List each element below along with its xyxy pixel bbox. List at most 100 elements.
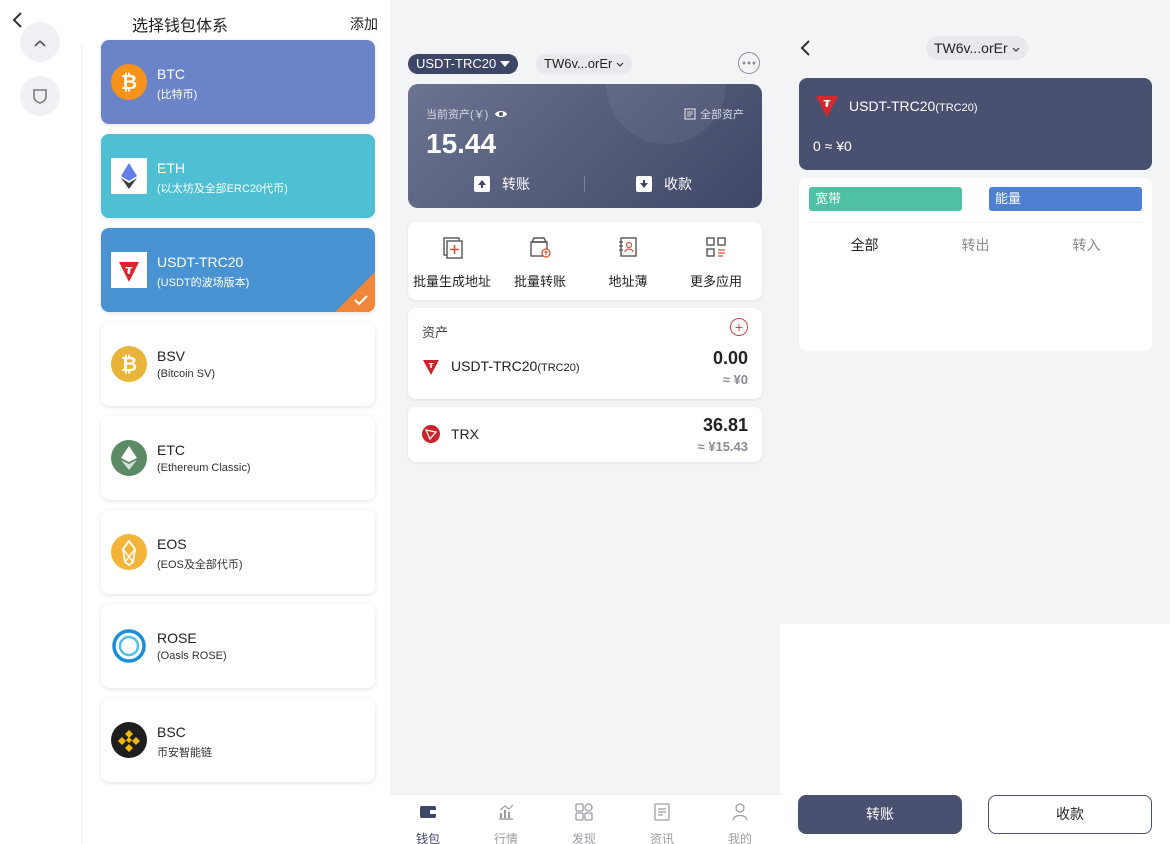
tool-batch-generate[interactable]: 批量生成地址 xyxy=(408,234,496,290)
trx-icon xyxy=(422,425,440,443)
receive-button[interactable]: 收款 xyxy=(988,795,1152,834)
bottom-tab-bar: 钱包 行情 发现 资讯 我的 xyxy=(390,794,780,844)
address-selector[interactable]: TW6v...orEr xyxy=(926,36,1028,60)
chevron-down-icon xyxy=(1012,47,1019,52)
chain-card-btc[interactable]: ₿ BTC (比特币) xyxy=(101,40,375,124)
tab-market[interactable]: 行情 xyxy=(476,803,536,844)
wallet-type-rail xyxy=(0,22,82,844)
asset-row-usdt[interactable]: ₮ USDT-TRC20(TRC20) 0.00 ≈ ¥0 xyxy=(408,348,762,392)
chain-name: USDT-TRC20 xyxy=(157,254,244,270)
svg-text:₿: ₿ xyxy=(121,352,137,376)
send-button[interactable]: 转账 xyxy=(798,795,962,834)
bandwidth-bar: 宽带 xyxy=(809,187,962,211)
token-summary-card: ₮ USDT-TRC20(TRC20) 0 ≈ ¥0 xyxy=(799,78,1152,170)
all-assets-link[interactable]: 全部资产 xyxy=(684,106,744,122)
ethereum-classic-icon xyxy=(111,440,147,476)
resource-card: 宽带 能量 全部 转出 转入 xyxy=(799,178,1152,351)
asset-fiat-value: ≈ ¥0 xyxy=(722,372,748,387)
asset-row-trx[interactable]: TRX 36.81 ≈ ¥15.43 xyxy=(408,407,762,462)
tool-label: 更多应用 xyxy=(689,274,742,289)
asset-row-content: TRX 36.81 ≈ ¥15.43 xyxy=(408,415,762,459)
chevron-down-icon xyxy=(616,62,624,67)
tab-all[interactable]: 全部 xyxy=(809,235,920,255)
tool-batch-transfer[interactable]: 批量转账 xyxy=(496,234,584,290)
chain-card-usdt-trc20[interactable]: ₮ USDT-TRC20 (USDT的波场版本) xyxy=(101,228,375,312)
asset-amount: 36.81 xyxy=(702,415,748,435)
more-apps-icon xyxy=(706,237,726,257)
tool-address-book[interactable]: 地址薄 xyxy=(584,234,672,290)
tron-icon: ₮ xyxy=(111,252,147,288)
divider xyxy=(584,176,585,192)
caret-down-icon xyxy=(500,61,511,67)
chain-card-etc[interactable]: ETC (Ethereum Classic) xyxy=(101,416,375,500)
token-detail-panel: TW6v...orEr ₮ USDT-TRC20(TRC20) 0 ≈ ¥0 宽… xyxy=(780,0,1170,844)
tool-label: 地址薄 xyxy=(608,274,648,289)
chain-card-eos[interactable]: EOS (EOS及全部代币) xyxy=(101,510,375,594)
chain-subtitle: (Oasls ROSE) xyxy=(157,650,227,662)
shield-icon xyxy=(33,89,47,104)
discover-icon xyxy=(575,803,593,821)
bitcoin-sv-icon: ₿ xyxy=(111,346,147,382)
eye-icon[interactable] xyxy=(494,109,508,119)
page-title: 选择钱包体系 xyxy=(131,18,228,35)
tab-discover[interactable]: 发现 xyxy=(554,803,614,844)
tool-label: 批量生成地址 xyxy=(412,274,491,289)
assets-title: 资产 xyxy=(422,325,449,340)
news-icon xyxy=(654,803,670,821)
chain-name: BSV xyxy=(157,348,186,364)
bitcoin-icon: ₿ xyxy=(111,64,147,100)
tab-label: 钱包 xyxy=(415,832,440,844)
bsc-icon xyxy=(111,722,147,758)
rail-wallet-type-2[interactable] xyxy=(20,76,60,116)
address-selector[interactable]: TW6v...orEr xyxy=(536,54,632,74)
energy-bar: 能量 xyxy=(989,187,1142,211)
chain-card-eth[interactable]: ETH (以太坊及全部ERC20代币) xyxy=(101,134,375,218)
eos-icon xyxy=(111,534,147,570)
wallet-top-bar: USDT-TRC20 TW6v...orEr xyxy=(408,52,762,76)
address-label: TW6v...orEr xyxy=(934,40,1008,56)
tab-profile[interactable]: 我的 xyxy=(710,803,770,844)
document-icon xyxy=(684,108,696,120)
tool-label: 批量转账 xyxy=(513,274,566,289)
tab-incoming[interactable]: 转入 xyxy=(1031,235,1142,255)
tab-news[interactable]: 资讯 xyxy=(632,803,692,844)
back-arrow-icon[interactable] xyxy=(796,38,816,58)
tab-label: 我的 xyxy=(727,832,752,844)
send-button[interactable]: 转账 xyxy=(474,174,530,194)
svg-text:₿: ₿ xyxy=(121,70,137,94)
receive-button[interactable]: 收款 xyxy=(636,174,692,194)
svg-text:₮: ₮ xyxy=(824,99,831,110)
token-balance: 0 ≈ ¥0 xyxy=(813,138,852,154)
chain-subtitle: (以太坊及全部ERC20代币) xyxy=(157,183,288,195)
chain-chooser-panel: 选择钱包体系 添加 ₿ BTC (比特币) ETH (以太坊及全部ERC20代币… xyxy=(0,0,390,844)
tab-label: 发现 xyxy=(571,832,596,844)
asset-name: TRX xyxy=(451,426,479,442)
tab-outgoing[interactable]: 转出 xyxy=(920,235,1031,255)
asset-fiat-value: ≈ ¥15.43 xyxy=(697,439,748,454)
add-button[interactable]: 添加 xyxy=(350,14,378,34)
asset-summary-card: 当前资产(￥) 全部资产 15.44 转账 收款 xyxy=(408,84,762,208)
tab-label: 资讯 xyxy=(649,832,674,844)
download-icon xyxy=(636,176,652,192)
total-asset-value: 15.44 xyxy=(426,128,497,159)
assets-card: 资产 + ₮ USDT-TRC20(TRC20) 0.00 ≈ ¥0 xyxy=(408,308,762,399)
chain-card-bsv[interactable]: ₿ BSV (Bitcoin SV) xyxy=(101,322,375,406)
more-options-icon[interactable] xyxy=(738,52,760,74)
chain-subtitle: (Bitcoin SV) xyxy=(157,368,216,380)
tab-wallet[interactable]: 钱包 xyxy=(398,803,458,844)
tools-row: 批量生成地址 批量转账 地址薄 更多应用 xyxy=(408,222,762,300)
checkmark-icon xyxy=(354,295,368,306)
user-icon xyxy=(732,803,748,821)
svg-text:₮: ₮ xyxy=(429,362,434,370)
chain-selector-label: USDT-TRC20 xyxy=(416,56,497,71)
chain-selector[interactable]: USDT-TRC20 xyxy=(408,54,519,74)
tool-more-apps[interactable]: 更多应用 xyxy=(672,234,760,290)
rail-wallet-type-1[interactable] xyxy=(20,22,60,62)
chain-card-rose[interactable]: ROSE (Oasls ROSE) xyxy=(101,604,375,688)
chain-name: ETC xyxy=(157,442,185,458)
chain-card-bsc[interactable]: BSC 币安智能链 xyxy=(101,698,375,782)
batch-generate-icon xyxy=(443,237,463,259)
wallet-icon xyxy=(420,806,436,818)
add-asset-icon[interactable]: + xyxy=(730,318,748,336)
scan-icon xyxy=(34,40,46,47)
